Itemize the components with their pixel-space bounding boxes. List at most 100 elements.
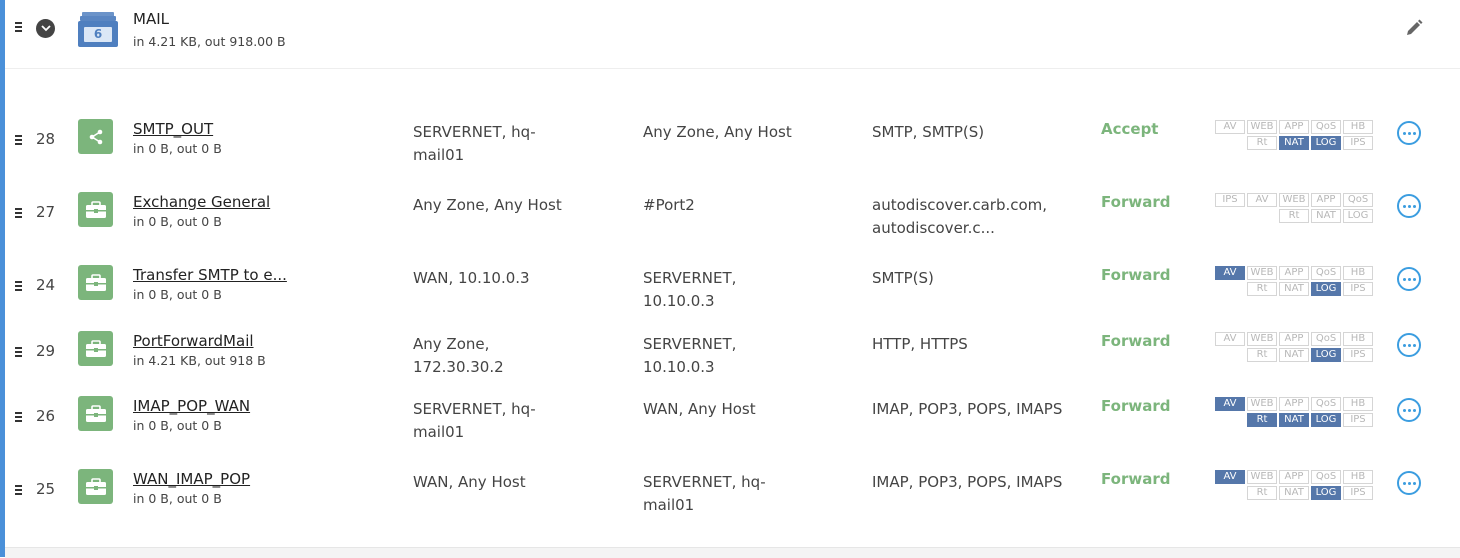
more-options-icon[interactable] bbox=[1397, 471, 1421, 495]
rule-id: 27 bbox=[36, 203, 56, 221]
badge-qos: QoS bbox=[1343, 193, 1373, 207]
pencil-icon[interactable] bbox=[1404, 18, 1424, 38]
badge-log: LOG bbox=[1311, 136, 1341, 150]
rule-security-badges: AV WEB APP QoS HB Rt NAT LOG IPS bbox=[1215, 266, 1373, 298]
rule-security-badges: AV WEB APP QoS HB Rt NAT LOG IPS bbox=[1215, 120, 1373, 152]
badge-row-top: AV WEB APP QoS HB bbox=[1215, 120, 1373, 135]
badge-ips: IPS bbox=[1343, 348, 1373, 362]
rule-name-link[interactable]: WAN_IMAP_POP bbox=[133, 470, 250, 488]
table-row[interactable]: 27 Exchange General in 0 B, out 0 B Any … bbox=[5, 192, 1460, 258]
badge-av: AV bbox=[1215, 397, 1245, 411]
table-row[interactable]: 28 SMTP_OUT in 0 B, out 0 B SERVERNET, h… bbox=[5, 119, 1460, 185]
badge-av: AV bbox=[1215, 266, 1245, 280]
badge-web: WEB bbox=[1247, 332, 1277, 346]
rule-action: Forward bbox=[1101, 193, 1171, 211]
rule-traffic: in 0 B, out 0 B bbox=[133, 214, 222, 229]
rule-traffic: in 0 B, out 0 B bbox=[133, 418, 222, 433]
badge-qos: QoS bbox=[1311, 470, 1341, 484]
badge-log: LOG bbox=[1311, 282, 1341, 296]
table-row[interactable]: 25 WAN_IMAP_POP in 0 B, out 0 B WAN, Any… bbox=[5, 469, 1460, 535]
badge-rt: Rt bbox=[1247, 136, 1277, 150]
badge-hb: HB bbox=[1343, 332, 1373, 346]
rule-destination: Any Zone, Any Host bbox=[643, 123, 792, 141]
rule-security-badges: AV WEB APP QoS HB Rt NAT LOG IPS bbox=[1215, 470, 1373, 502]
rule-traffic: in 4.21 KB, out 918 B bbox=[133, 353, 266, 368]
badge-row-top: AV WEB APP QoS HB bbox=[1215, 470, 1373, 485]
badge-web: WEB bbox=[1247, 120, 1277, 134]
drag-handle-icon[interactable] bbox=[15, 22, 22, 33]
briefcase-icon bbox=[78, 469, 113, 504]
rule-name-link[interactable]: IMAP_POP_WAN bbox=[133, 397, 250, 415]
drag-handle-icon[interactable] bbox=[15, 485, 22, 496]
rule-traffic: in 0 B, out 0 B bbox=[133, 141, 222, 156]
rule-action: Forward bbox=[1101, 470, 1171, 488]
rule-destination: SERVERNET, hq-mail01 bbox=[643, 473, 766, 514]
badge-qos: QoS bbox=[1311, 120, 1341, 134]
badge-ips: IPS bbox=[1343, 486, 1373, 500]
badge-web: WEB bbox=[1247, 266, 1277, 280]
briefcase-icon bbox=[78, 331, 113, 366]
drag-handle-icon[interactable] bbox=[15, 412, 22, 423]
badge-ips: IPS bbox=[1343, 136, 1373, 150]
rule-services: IMAP, POP3, POPS, IMAPS bbox=[872, 400, 1063, 418]
rule-group-panel: 6 MAIL in 4.21 KB, out 918.00 B 28 SMTP_… bbox=[0, 0, 1460, 557]
more-options-icon[interactable] bbox=[1397, 267, 1421, 291]
more-options-icon[interactable] bbox=[1397, 194, 1421, 218]
group-rule-count: 6 bbox=[93, 27, 103, 41]
badge-web: WEB bbox=[1247, 397, 1277, 411]
badge-hb: HB bbox=[1343, 470, 1373, 484]
rule-name-link[interactable]: SMTP_OUT bbox=[133, 120, 213, 138]
drag-handle-icon[interactable] bbox=[15, 135, 22, 146]
rule-services: IMAP, POP3, POPS, IMAPS bbox=[872, 473, 1063, 491]
more-options-icon[interactable] bbox=[1397, 121, 1421, 145]
badge-av: AV bbox=[1215, 120, 1245, 134]
rule-name-link[interactable]: PortForwardMail bbox=[133, 332, 254, 350]
more-options-icon[interactable] bbox=[1397, 333, 1421, 357]
badge-av: AV bbox=[1215, 470, 1245, 484]
rule-name-link[interactable]: Exchange General bbox=[133, 193, 270, 211]
drag-handle-icon[interactable] bbox=[15, 208, 22, 219]
table-row[interactable]: 26 IMAP_POP_WAN in 0 B, out 0 B SERVERNE… bbox=[5, 396, 1460, 462]
badge-nat: NAT bbox=[1279, 486, 1309, 500]
badge-hb: HB bbox=[1343, 397, 1373, 411]
rule-id: 28 bbox=[36, 130, 56, 148]
rule-action: Forward bbox=[1101, 266, 1171, 284]
rule-services: HTTP, HTTPS bbox=[872, 335, 968, 353]
badge-ips: IPS bbox=[1215, 193, 1245, 207]
rule-action: Forward bbox=[1101, 332, 1171, 350]
briefcase-icon bbox=[78, 265, 113, 300]
badge-log: LOG bbox=[1311, 348, 1341, 362]
rule-source: WAN, Any Host bbox=[413, 473, 526, 491]
badge-qos: QoS bbox=[1311, 397, 1341, 411]
rule-source: WAN, 10.10.0.3 bbox=[413, 269, 530, 287]
group-title: MAIL bbox=[133, 10, 169, 28]
rule-action: Accept bbox=[1101, 120, 1159, 138]
badge-row-top: AV WEB APP QoS HB bbox=[1215, 397, 1373, 412]
rule-security-badges: AV WEB APP QoS HB Rt NAT LOG IPS bbox=[1215, 332, 1373, 364]
badge-ips: IPS bbox=[1343, 282, 1373, 296]
table-row[interactable]: 29 PortForwardMail in 4.21 KB, out 918 B… bbox=[5, 331, 1460, 397]
more-options-icon[interactable] bbox=[1397, 398, 1421, 422]
badge-row-bottom: Rt NAT LOG IPS bbox=[1217, 348, 1373, 363]
badge-rt: Rt bbox=[1247, 348, 1277, 362]
drag-handle-icon[interactable] bbox=[15, 347, 22, 358]
rule-action: Forward bbox=[1101, 397, 1171, 415]
badge-app: APP bbox=[1311, 193, 1341, 207]
table-row[interactable]: 24 Transfer SMTP to e... in 0 B, out 0 B… bbox=[5, 265, 1460, 331]
badge-row-bottom: Rt NAT LOG IPS bbox=[1217, 486, 1373, 501]
rule-source: Any Zone, 172.30.30.2 bbox=[413, 335, 504, 376]
badge-rt: Rt bbox=[1247, 486, 1277, 500]
rule-group-header: 6 MAIL in 4.21 KB, out 918.00 B bbox=[5, 0, 1460, 69]
badge-app: APP bbox=[1279, 266, 1309, 280]
badge-qos: QoS bbox=[1311, 266, 1341, 280]
badge-av: AV bbox=[1215, 332, 1245, 346]
badge-log: LOG bbox=[1311, 486, 1341, 500]
group-traffic: in 4.21 KB, out 918.00 B bbox=[133, 34, 286, 49]
badge-app: APP bbox=[1279, 470, 1309, 484]
badge-app: APP bbox=[1279, 120, 1309, 134]
drag-handle-icon[interactable] bbox=[15, 281, 22, 292]
chevron-down-icon[interactable] bbox=[36, 19, 55, 38]
rule-name-link[interactable]: Transfer SMTP to e... bbox=[133, 266, 287, 284]
briefcase-icon bbox=[78, 192, 113, 227]
badge-ips: IPS bbox=[1343, 413, 1373, 427]
